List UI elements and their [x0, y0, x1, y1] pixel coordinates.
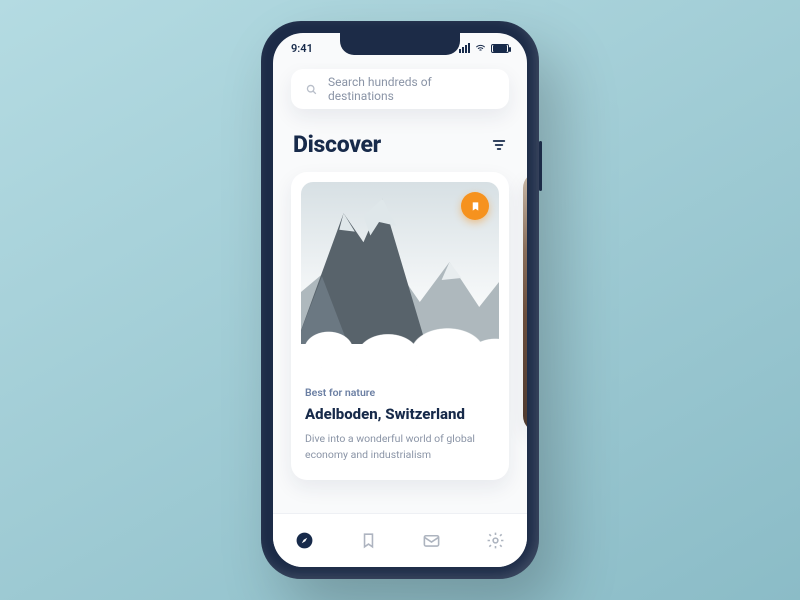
cards-carousel[interactable]: Best for nature Adelboden, Switzerland D… [291, 172, 509, 480]
filter-icon [491, 137, 507, 153]
compass-icon [295, 531, 314, 550]
wifi-icon [474, 43, 487, 54]
mail-icon [422, 531, 441, 550]
status-time: 9:41 [291, 42, 313, 55]
search-icon [305, 83, 318, 96]
phone-frame: 9:41 Search hundreds of destinations Dis… [261, 21, 539, 579]
page-title: Discover [293, 131, 381, 158]
signal-icon [459, 43, 470, 53]
side-button [539, 141, 542, 191]
destination-card[interactable]: Best for nature Adelboden, Switzerland D… [291, 172, 509, 480]
header-row: Discover [293, 131, 507, 158]
bookmark-button[interactable] [461, 192, 489, 220]
card-image [301, 182, 499, 372]
gear-icon [486, 531, 505, 550]
card-title: Adelboden, Switzerland [305, 405, 495, 423]
tab-bar [273, 513, 527, 567]
card-description: Dive into a wonderful world of global ec… [305, 431, 495, 464]
bookmark-tab-icon [359, 531, 378, 550]
next-card-peek[interactable] [523, 172, 527, 432]
tab-settings[interactable] [484, 530, 506, 552]
filter-button[interactable] [491, 137, 507, 153]
bookmark-icon [470, 200, 481, 213]
screen: 9:41 Search hundreds of destinations Dis… [273, 33, 527, 567]
notch [340, 33, 460, 55]
tab-inbox[interactable] [421, 530, 443, 552]
search-input[interactable]: Search hundreds of destinations [291, 69, 509, 109]
tab-explore[interactable] [294, 530, 316, 552]
tab-saved[interactable] [357, 530, 379, 552]
content-area: Search hundreds of destinations Discover [273, 63, 527, 513]
search-placeholder: Search hundreds of destinations [328, 75, 495, 103]
battery-icon [491, 44, 509, 53]
card-tag: Best for nature [305, 386, 495, 399]
